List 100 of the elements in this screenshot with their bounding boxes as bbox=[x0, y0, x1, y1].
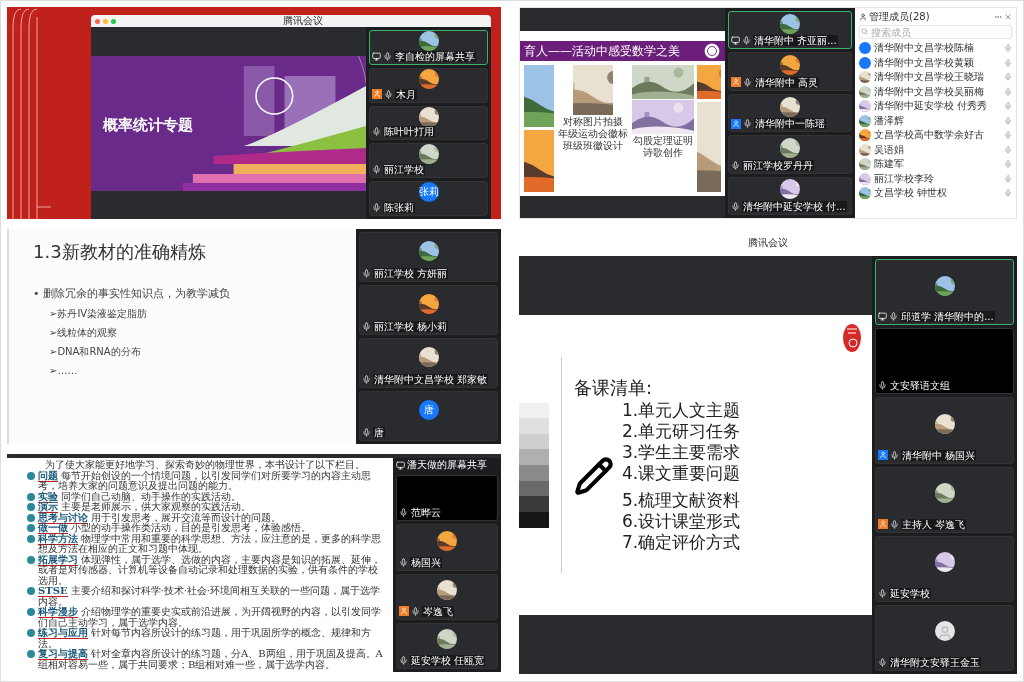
member-row[interactable]: 吴语娟 bbox=[859, 142, 1012, 157]
document-text: 问题 每节开始创设的一个情境问题，以引发同学们对所要学习的内容主动思考，培养大家的问题意识及提出问题的能力。 bbox=[38, 470, 372, 492]
video-tile[interactable]: 文安驿语文组 bbox=[875, 328, 1014, 395]
checklist-item: 2.单元研习任务 bbox=[622, 420, 741, 442]
microphone-icon bbox=[362, 375, 371, 384]
video-tile[interactable]: 清华附中 高灵 bbox=[728, 52, 852, 91]
video-tile[interactable]: 清华附文安驿王金玉 bbox=[875, 604, 1014, 672]
participant-name: 延安学校 bbox=[889, 587, 931, 599]
video-tile[interactable]: 丽江学校罗丹丹 bbox=[728, 135, 852, 174]
member-row[interactable]: 清华附中文昌学校王晓瑞 bbox=[859, 70, 1012, 85]
video-tile[interactable]: 清华附中文昌学校 郑家敏 bbox=[359, 338, 498, 388]
avatar: 张莉 bbox=[418, 182, 439, 202]
sub-bullet-text: ➢…… bbox=[49, 364, 79, 378]
participant-name: 延安学校 任瓯宽 bbox=[410, 655, 486, 666]
member-row[interactable]: 清华附中文昌学校陈楠 bbox=[859, 41, 1012, 56]
microphone-icon[interactable] bbox=[1004, 131, 1012, 140]
participant-name: 清华附中文昌学校 郑家敏 bbox=[373, 374, 489, 385]
slide-heading: 备课清单: bbox=[574, 377, 654, 400]
video-tile[interactable]: 木月 bbox=[369, 67, 488, 103]
search-field[interactable]: 搜索成员 bbox=[859, 25, 1012, 39]
microphone-icon bbox=[399, 508, 408, 518]
avatar bbox=[859, 42, 871, 55]
member-row[interactable]: 清华附中文昌学校吴丽梅 bbox=[859, 84, 1012, 99]
document-text: 复习与提高 针对全章内容所设计的练习题，分A、B两组，用于巩固及提高。A组相对容易一些，属于共同要求；B组相对难一些，属于选学内容。 bbox=[38, 649, 384, 670]
document-text: 科学方法 物理学中常用和重要的科学思想、方法，应注意的是，更多的科学思想及方法在相应的正文和习题中体现。 bbox=[38, 533, 382, 555]
video-tile[interactable]: 邱道学 清华附中的... bbox=[875, 259, 1014, 326]
microphone-icon bbox=[362, 322, 371, 331]
microphone-icon bbox=[383, 51, 392, 61]
video-tile[interactable]: 陈叶叶打用 bbox=[369, 105, 488, 141]
microphone-icon[interactable] bbox=[1004, 102, 1012, 111]
member-row[interactable]: 清华附中延安学校 付秀秀 bbox=[859, 99, 1012, 114]
search-icon bbox=[861, 28, 868, 35]
minimize-window-button[interactable] bbox=[103, 18, 108, 24]
video-tile[interactable]: 杨国兴 bbox=[396, 524, 498, 571]
member-row[interactable]: 潘泽辉 bbox=[859, 113, 1012, 128]
microphone-icon bbox=[399, 557, 408, 567]
video-tile[interactable]: 李自检的屏幕共享 bbox=[369, 30, 488, 65]
member-name: 潘泽辉 bbox=[874, 115, 904, 126]
member-row[interactable]: 文昌学校 钟世权 bbox=[859, 186, 1012, 201]
microphone-icon[interactable] bbox=[1004, 174, 1012, 183]
video-tile[interactable]: 主持人 岑逸飞 bbox=[875, 466, 1014, 533]
microphone-icon[interactable] bbox=[1004, 189, 1012, 198]
video-tile[interactable]: 丽江学校 方妍丽 bbox=[359, 232, 498, 282]
microphone-icon[interactable] bbox=[1004, 160, 1012, 169]
participant-name: 清华附中一陈瑶 bbox=[754, 118, 826, 130]
video-tile[interactable]: 范晔云 bbox=[396, 475, 498, 522]
slide-caption: 对称图片拍摄 bbox=[563, 115, 623, 127]
microphone-icon bbox=[743, 119, 752, 129]
checklist-item: 7.确定评价方式 bbox=[622, 531, 741, 553]
close-window-button[interactable] bbox=[95, 18, 100, 24]
video-tile[interactable]: 岑逸飞 bbox=[396, 573, 498, 620]
video-tile[interactable]: 丽江学校 bbox=[369, 143, 488, 179]
video-tile[interactable]: 张莉 陈张莉 bbox=[369, 181, 488, 216]
video-tile[interactable]: 唐 唐 bbox=[359, 391, 498, 441]
participant-name: 陈叶叶打用 bbox=[383, 126, 435, 138]
more-icon[interactable] bbox=[994, 13, 1002, 21]
participant-name: 唐 bbox=[373, 427, 385, 438]
microphone-icon bbox=[362, 428, 371, 437]
microphone-icon bbox=[878, 658, 887, 668]
video-tile[interactable]: 清华附中延安学校 付... bbox=[728, 176, 852, 216]
microphone-icon[interactable] bbox=[1004, 87, 1012, 96]
checklist-item: 4.课文重要问题 bbox=[622, 462, 741, 484]
microphone-icon bbox=[743, 77, 752, 87]
slide-title: 1.3新教材的准确精炼 bbox=[33, 241, 207, 264]
member-row[interactable]: 清华附中文昌学校黄颖 bbox=[859, 55, 1012, 70]
member-row[interactable]: 文昌学校高中数学余好古 bbox=[859, 128, 1012, 143]
video-tile[interactable]: 延安学校 bbox=[875, 535, 1014, 602]
member-name: 清华附中文昌学校王晓瑞 bbox=[874, 72, 984, 83]
participant-name: 清华附中 高灵 bbox=[754, 76, 820, 88]
microphone-icon[interactable] bbox=[1004, 145, 1012, 154]
member-name: 清华附中延安学校 付秀秀 bbox=[874, 101, 988, 112]
video-tile[interactable]: 丽江学校 杨小莉 bbox=[359, 285, 498, 335]
video-tile[interactable]: 清华附中 齐亚丽... bbox=[728, 11, 852, 50]
video-tile[interactable]: 延安学校 任瓯宽 bbox=[396, 622, 498, 669]
close-icon[interactable] bbox=[1004, 13, 1012, 21]
microphone-icon[interactable] bbox=[1004, 116, 1012, 125]
video-tile[interactable]: 清华附中 杨国兴 bbox=[875, 397, 1014, 464]
participant-name: 邱道学 清华附中的... bbox=[900, 311, 995, 323]
member-row[interactable]: 丽江学校李玲 bbox=[859, 171, 1012, 186]
video-tile[interactable]: 清华附中一陈瑶 bbox=[728, 93, 852, 133]
microphone-icon[interactable] bbox=[1004, 73, 1012, 82]
microphone-icon bbox=[890, 450, 899, 460]
checklist-item: 3.学生主要需求 bbox=[622, 441, 741, 463]
sub-bullet-text: ➢DNA和RNA的分布 bbox=[49, 345, 142, 359]
member-name: 吴语娟 bbox=[874, 144, 904, 155]
zoom-window-button[interactable] bbox=[111, 18, 116, 24]
microphone-icon[interactable] bbox=[1004, 58, 1012, 67]
participant-name: 清华附中 齐亚丽... bbox=[753, 35, 838, 47]
participant-name: 丽江学校罗丹丹 bbox=[742, 159, 814, 171]
participant-name: 岑逸飞 bbox=[422, 605, 454, 617]
slide-title: 育人——活动中感受数学之美 bbox=[524, 44, 680, 57]
document-text: 思考与讨论 用于引发思考，展开交流等而设计的问题。 bbox=[38, 512, 281, 523]
microphone-icon bbox=[742, 36, 751, 46]
pencil-icon bbox=[574, 456, 614, 497]
microphone-icon[interactable] bbox=[1004, 44, 1012, 53]
member-name: 清华附中文昌学校陈楠 bbox=[874, 43, 974, 54]
member-name: 文昌学校 钟世权 bbox=[874, 188, 948, 199]
microphone-icon bbox=[399, 656, 408, 665]
member-row[interactable]: 陈建军 bbox=[859, 157, 1012, 172]
checklist-item: 6.设计课堂形式 bbox=[622, 510, 741, 532]
